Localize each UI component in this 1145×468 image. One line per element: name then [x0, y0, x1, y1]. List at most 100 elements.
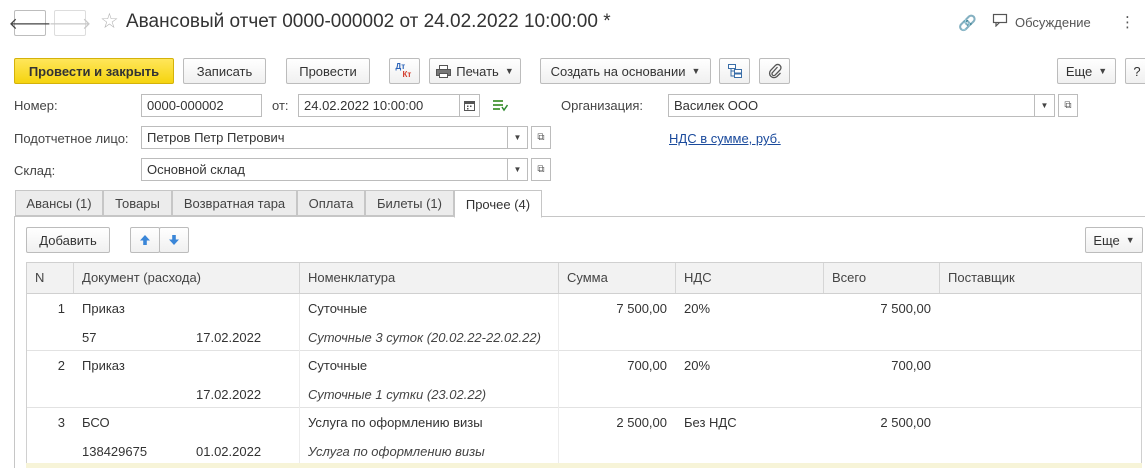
forward-button[interactable]: 🡒	[49, 10, 91, 36]
column-header-amount[interactable]: Сумма	[559, 263, 676, 293]
table-row[interactable]: 2 Приказ 17.02.2022 Суточные Суточные 1 …	[27, 351, 1141, 408]
column-header-total[interactable]: Всего	[824, 263, 940, 293]
organization-field[interactable]: Василек ООО	[668, 94, 1035, 117]
vat-cell[interactable]: 20%	[684, 301, 710, 316]
tab-payment[interactable]: Оплата	[297, 190, 365, 216]
warehouse-open-button[interactable]: ⧉	[531, 158, 551, 181]
attachment-button[interactable]	[759, 58, 790, 84]
post-label: Провести	[299, 63, 357, 79]
save-button[interactable]: Записать	[183, 58, 266, 84]
create-based-on-label: Создать на основании	[550, 63, 686, 79]
date-label: от:	[272, 98, 289, 113]
person-open-button[interactable]: ⧉	[531, 126, 551, 149]
row-number: 3	[57, 415, 65, 430]
arrow-right-icon: 🡒	[48, 15, 92, 33]
move-down-button[interactable]	[159, 227, 189, 253]
tab-advances[interactable]: Авансы (1)	[15, 190, 103, 216]
arrow-up-icon	[139, 234, 151, 246]
tab-goods[interactable]: Товары	[103, 190, 172, 216]
warehouse-dropdown-button[interactable]: ▼	[508, 158, 528, 181]
nomenclature-description-cell[interactable]: Суточные 3 суток (20.02.22-22.02.22)	[308, 330, 541, 345]
nomenclature-description-cell[interactable]: Суточные 1 сутки (23.02.22)	[308, 387, 486, 402]
amount-cell[interactable]: 2 500,00	[567, 415, 667, 430]
move-up-button[interactable]	[130, 227, 160, 253]
structure-icon	[727, 63, 743, 79]
table-body: 1 Приказ 57 17.02.2022 Суточные Суточные…	[26, 294, 1142, 468]
tab-other[interactable]: Прочее (4)	[454, 190, 542, 218]
accountable-person-field[interactable]: Петров Петр Петрович	[141, 126, 508, 149]
warehouse-field[interactable]: Основной склад	[141, 158, 508, 181]
open-form-icon: ⧉	[1064, 100, 1072, 111]
amount-cell[interactable]: 700,00	[567, 358, 667, 373]
nomenclature-description-cell[interactable]: Услуга по оформлению визы	[308, 444, 485, 459]
document-date-cell[interactable]: 17.02.2022	[196, 387, 261, 402]
table-row[interactable]: 1 Приказ 57 17.02.2022 Суточные Суточные…	[27, 294, 1141, 351]
table-header: N Документ (расхода) Номенклатура Сумма …	[26, 262, 1142, 294]
add-row-button[interactable]: Добавить	[26, 227, 110, 253]
number-settings-icon[interactable]	[492, 98, 509, 115]
paperclip-icon	[768, 63, 782, 79]
next-row-strip	[26, 463, 1142, 468]
amount-cell[interactable]: 7 500,00	[567, 301, 667, 316]
tab-returnable-packaging[interactable]: Возвратная тара	[172, 190, 297, 216]
add-row-label: Добавить	[39, 232, 97, 248]
create-based-on-button[interactable]: Создать на основании ▼	[540, 58, 711, 84]
tab-tickets[interactable]: Билеты (1)	[365, 190, 454, 216]
arrow-down-icon	[168, 234, 180, 246]
total-cell[interactable]: 2 500,00	[827, 415, 931, 430]
document-date-cell[interactable]: 01.02.2022	[196, 444, 261, 459]
total-cell[interactable]: 700,00	[827, 358, 931, 373]
help-label: ?	[1133, 63, 1141, 79]
column-header-vat[interactable]: НДС	[676, 263, 824, 293]
column-header-supplier[interactable]: Поставщик	[940, 263, 1141, 293]
open-form-icon: ⧉	[537, 164, 545, 175]
post-and-close-label: Провести и закрыть	[28, 63, 160, 79]
discussion-label[interactable]: Обсуждение	[1015, 15, 1091, 30]
structure-button[interactable]	[719, 58, 750, 84]
printer-icon	[436, 64, 452, 78]
document-cell[interactable]: БСО	[82, 415, 110, 430]
more-actions-button[interactable]: Еще ▼	[1057, 58, 1116, 84]
document-date-cell[interactable]: 17.02.2022	[196, 330, 261, 345]
warehouse-label: Склад:	[14, 163, 56, 178]
vat-cell[interactable]: Без НДС	[684, 415, 737, 430]
vat-cell[interactable]: 20%	[684, 358, 710, 373]
document-cell[interactable]: Приказ	[82, 358, 125, 373]
post-button[interactable]: Провести	[286, 58, 370, 84]
print-button[interactable]: Печать ▼	[429, 58, 521, 84]
help-button[interactable]: ?	[1125, 58, 1145, 84]
column-header-n[interactable]: N	[27, 263, 74, 293]
discussion-icon[interactable]	[992, 13, 1008, 28]
chevron-down-icon: ▼	[513, 165, 522, 174]
accountable-person-label: Подотчетное лицо:	[14, 131, 129, 146]
person-dropdown-button[interactable]: ▼	[508, 126, 528, 149]
organization-dropdown-button[interactable]: ▼	[1035, 94, 1055, 117]
table-more-button[interactable]: Еще ▼	[1085, 227, 1143, 253]
nomenclature-cell[interactable]: Суточные	[308, 301, 367, 316]
nomenclature-cell[interactable]: Суточные	[308, 358, 367, 373]
link-icon[interactable]: 🔗	[958, 14, 977, 32]
date-field[interactable]: 24.02.2022 10:00:00	[298, 94, 460, 117]
document-number-cell[interactable]: 138429675	[82, 444, 147, 459]
column-header-document[interactable]: Документ (расхода)	[74, 263, 300, 293]
number-label: Номер:	[14, 98, 58, 113]
row-number: 2	[57, 358, 65, 373]
dt-kt-button[interactable]: Дт Кт	[389, 58, 420, 84]
calendar-icon	[464, 100, 475, 111]
total-cell[interactable]: 7 500,00	[827, 301, 931, 316]
page-title: Авансовый отчет 0000-000002 от 24.02.202…	[126, 11, 611, 32]
save-label: Записать	[196, 63, 253, 79]
document-cell[interactable]: Приказ	[82, 301, 125, 316]
favorite-star-icon[interactable]: ☆	[100, 9, 119, 34]
vat-amount-link[interactable]: НДС в сумме, руб.	[669, 131, 781, 146]
document-number-cell[interactable]: 57	[82, 330, 96, 345]
calendar-button[interactable]	[460, 94, 480, 117]
post-and-close-button[interactable]: Провести и закрыть	[14, 58, 174, 84]
back-button[interactable]: 🡐	[9, 10, 51, 36]
more-menu-icon[interactable]: ⋮	[1120, 13, 1135, 31]
organization-open-button[interactable]: ⧉	[1058, 94, 1078, 117]
column-header-nomenclature[interactable]: Номенклатура	[300, 263, 559, 293]
nomenclature-cell[interactable]: Услуга по оформлению визы	[308, 415, 483, 430]
table-row[interactable]: 3 БСО 138429675 01.02.2022 Услуга по офо…	[27, 408, 1141, 465]
number-field[interactable]: 0000-000002	[141, 94, 262, 117]
